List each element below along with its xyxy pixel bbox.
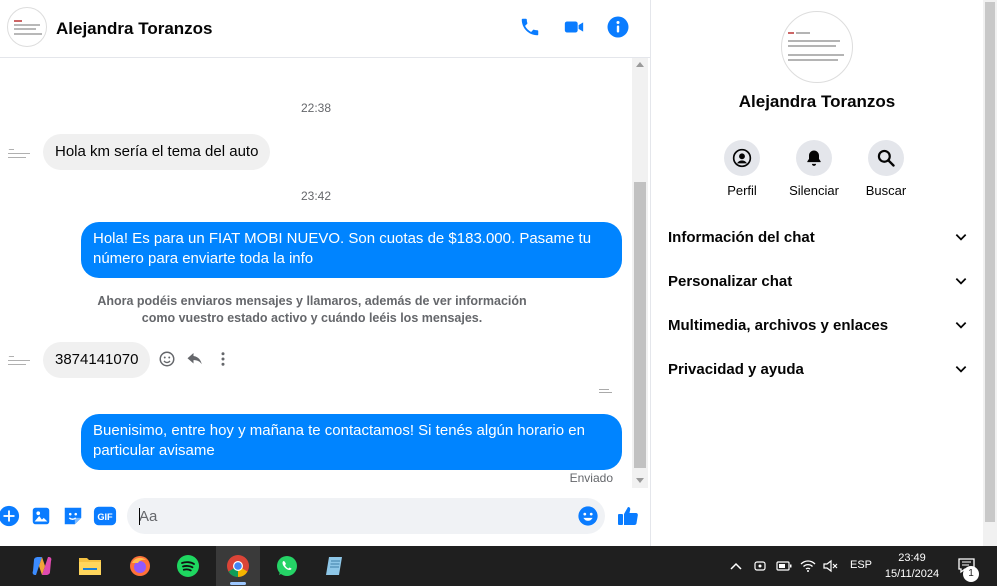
section-label: Personalizar chat [668,272,793,290]
section-chat-info[interactable]: Información del chat [668,222,968,252]
sender-avatar[interactable] [6,351,34,379]
contact-avatar[interactable] [7,7,47,47]
text-caret [139,508,140,525]
bell-icon [796,140,832,176]
like-icon[interactable] [616,504,640,528]
spotify-icon[interactable] [166,546,210,586]
notification-count-badge: 1 [963,566,979,582]
sticker-icon[interactable] [61,504,85,528]
emoji-react-icon[interactable] [156,348,178,370]
meet-icon[interactable] [751,556,769,576]
emoji-icon[interactable] [576,504,600,528]
plus-icon[interactable] [0,504,21,528]
info-scrollbar-thumb[interactable] [985,2,995,522]
wifi-icon[interactable] [799,556,817,576]
photo-icon[interactable] [29,504,53,528]
file-explorer-icon[interactable] [68,546,112,586]
message-list: 22:38 Hola km sería el tema del auto 23:… [0,58,632,488]
composer: GIF [0,490,650,546]
info-contact-name: Alejandra Toranzos [738,92,896,111]
phone-icon[interactable] [517,14,543,40]
chat-notice: Ahora podéis enviaros mensajes y llamaro… [97,294,527,325]
reply-icon[interactable] [184,348,206,370]
clock[interactable]: 23:49 15/11/2024 [880,550,944,582]
copilot-icon[interactable] [20,546,64,586]
chevron-down-icon [955,322,967,329]
svg-text:GIF: GIF [97,512,113,522]
message-outgoing[interactable]: Buenisimo, entre hoy y mañana te contact… [81,414,622,470]
profile-avatar-large[interactable] [781,11,853,83]
search-icon [868,140,904,176]
message-incoming[interactable]: 3874141070 [43,342,151,378]
message-outgoing[interactable]: Hola! Es para un FIAT MOBI NUEVO. Son cu… [81,222,622,278]
action-label: Buscar [865,183,907,198]
sender-avatar[interactable] [6,144,34,172]
chevron-down-icon [955,278,967,285]
section-customize-chat[interactable]: Personalizar chat [668,266,968,296]
input-language[interactable]: ESP [850,559,872,571]
message-input[interactable] [127,498,605,534]
chevron-up-icon[interactable] [727,556,745,576]
firefox-icon[interactable] [118,546,162,586]
info-icon[interactable] [605,14,631,40]
profile-icon [724,140,760,176]
action-label: Silenciar [789,183,839,198]
info-scrollbar[interactable] [983,0,997,546]
taskbar: ESP 23:49 15/11/2024 1 [0,546,997,586]
chevron-down-icon [955,366,967,373]
notes-icon[interactable] [313,546,357,586]
whatsapp-icon[interactable] [265,546,309,586]
search-action[interactable]: Buscar [850,140,922,198]
section-label: Privacidad y ayuda [668,360,804,378]
clock-date: 15/11/2024 [884,568,940,580]
timestamp: 23:42 [300,189,332,203]
chat-pane: Alejandra Toranzos 22:38 Hola km sería e… [0,0,650,546]
timestamp: 22:38 [300,101,332,115]
video-icon[interactable] [561,14,587,40]
info-panel: Alejandra Toranzos Perfil Silenciar Busc… [650,0,997,546]
section-media-files-links[interactable]: Multimedia, archivos y enlaces [668,310,968,340]
clock-time: 23:49 [898,552,926,564]
volume-muted-icon[interactable] [822,556,840,576]
seen-indicator [599,387,613,397]
section-label: Multimedia, archivos y enlaces [668,316,889,334]
chrome-icon[interactable] [216,546,260,586]
profile-action[interactable]: Perfil [706,140,778,198]
section-privacy-help[interactable]: Privacidad y ayuda [668,354,968,384]
mute-action[interactable]: Silenciar [778,140,850,198]
section-label: Información del chat [668,228,815,246]
action-label: Perfil [727,183,757,198]
chat-scrollbar-thumb[interactable] [634,182,646,468]
chat-scrollbar[interactable] [632,58,648,488]
message-incoming[interactable]: Hola km sería el tema del auto [43,134,271,170]
sent-status: Enviado [569,471,613,485]
more-options-icon[interactable] [212,348,234,370]
chat-header: Alejandra Toranzos [0,0,650,58]
gif-icon[interactable]: GIF [92,504,118,528]
contact-name[interactable]: Alejandra Toranzos [56,19,213,39]
battery-icon[interactable] [775,556,793,576]
chevron-down-icon [955,234,967,241]
